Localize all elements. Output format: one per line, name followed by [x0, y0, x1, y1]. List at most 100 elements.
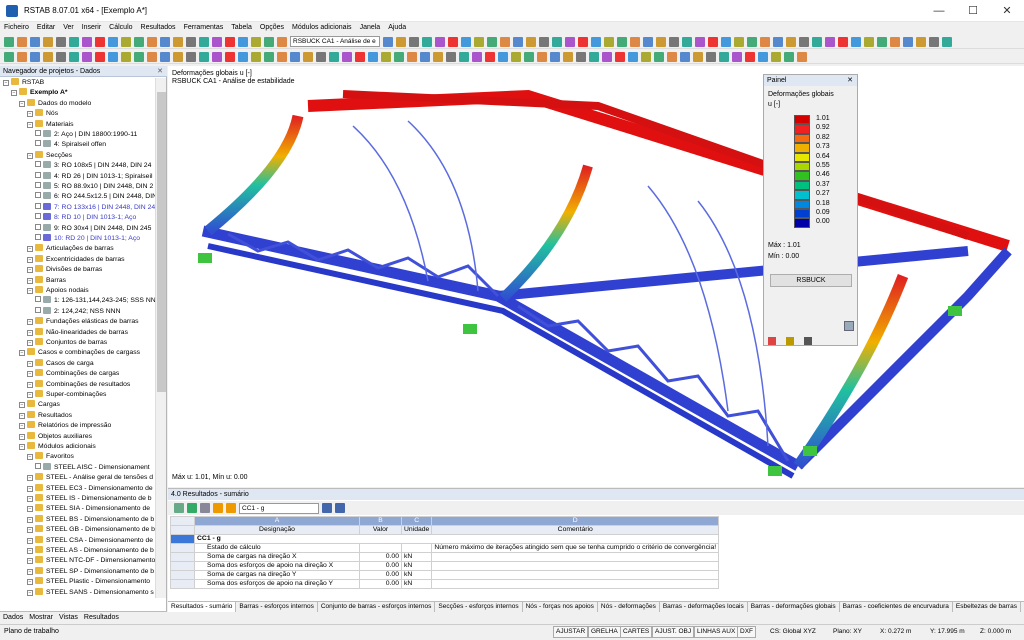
expand-icon[interactable]: − [19, 444, 25, 450]
table-row[interactable]: Soma de cargas na direção X 0.00 kN [170, 552, 720, 562]
cell-v[interactable]: 0.00 [359, 552, 402, 562]
toolbar-icon[interactable] [186, 51, 196, 62]
toolbar-icon[interactable] [459, 51, 469, 62]
maximize-button[interactable]: ☐ [956, 0, 990, 22]
tree-item[interactable]: − Combinações de cargas [27, 369, 119, 379]
prev-icon[interactable] [322, 503, 332, 513]
table-row[interactable]: Soma dos esforços de apoio na direção X0… [170, 561, 720, 571]
table-row[interactable]: Soma dos esforços de apoio na direção Y0… [170, 579, 720, 589]
expand-icon[interactable]: − [27, 454, 33, 461]
toolbar-icon[interactable] [669, 36, 679, 47]
navigator-tab-1[interactable]: Mostrar [26, 612, 56, 623]
expand-icon[interactable] [35, 213, 41, 220]
toolbar-icon[interactable] [630, 36, 640, 47]
status-button-4[interactable]: LINHAS AUX [694, 626, 739, 638]
toolbar-icon[interactable] [602, 51, 612, 62]
tree-item[interactable]: − Exemplo A* [11, 88, 68, 98]
toolbar-icon[interactable] [825, 36, 835, 47]
expand-icon[interactable]: − [19, 350, 25, 357]
results-tab-4[interactable]: Nós - forças nos apoios [523, 602, 598, 612]
toolbar-icon[interactable] [695, 36, 705, 47]
loadcase-toolbar-select[interactable]: RSBUCK CA1 - Análise de e [290, 36, 380, 47]
toolbar-icon[interactable] [758, 51, 768, 62]
toolbar-icon[interactable] [903, 36, 913, 47]
expand-icon[interactable] [35, 296, 41, 303]
toolbar-icon[interactable] [147, 51, 157, 62]
toolbar-icon[interactable] [383, 36, 393, 47]
toolbar-icon[interactable] [784, 51, 794, 62]
cell-u[interactable]: kN [400, 579, 433, 589]
toolbar-icon[interactable] [498, 51, 508, 62]
tree-item[interactable]: − Divisões de barras [27, 265, 102, 275]
tree-item[interactable]: − Apoios nodais [27, 286, 89, 296]
toolbar-icon[interactable] [719, 51, 729, 62]
toolbar-icon[interactable] [342, 51, 352, 62]
expand-icon[interactable] [35, 130, 41, 136]
toolbar-icon[interactable] [396, 36, 406, 47]
toolbar-icon[interactable] [641, 51, 651, 62]
tree-item[interactable]: − Casos e combinações de cargass [19, 348, 140, 358]
rsbuck-button[interactable]: RSBUCK [770, 274, 852, 287]
results-tab-5[interactable]: Nós - deformações [598, 602, 660, 612]
tree-item[interactable]: − Excentricidades de barras [27, 254, 125, 265]
tree-item[interactable]: − STEEL GB - Dimensionamento de b [27, 525, 155, 535]
tree-item[interactable]: − STEEL BS - Dimensionamento de b [27, 514, 154, 525]
tree-item[interactable]: − Objetos auxiliares [19, 431, 92, 442]
toolbar-icon[interactable] [461, 36, 471, 47]
toolbar-icon[interactable] [56, 36, 66, 47]
expand-icon[interactable]: − [27, 288, 33, 294]
toolbar-icon[interactable] [43, 51, 53, 62]
tree-item[interactable]: − Relatórios de impressão [19, 421, 111, 431]
expand-icon[interactable]: − [27, 121, 33, 128]
toolbar-icon[interactable] [589, 51, 599, 62]
filter-icon[interactable] [213, 503, 223, 513]
next-icon[interactable] [335, 503, 345, 513]
tree-item[interactable]: STEEL AISC - Dimensionament [35, 462, 150, 473]
cell-d[interactable]: Soma de cargas na direção Y [194, 570, 360, 580]
toolbar-icon[interactable] [108, 51, 118, 62]
status-button-3[interactable]: AJUST. OBJ [652, 626, 695, 638]
table-row[interactable]: Soma de cargas na direção Y 0.00 kN [170, 570, 720, 580]
cell-d[interactable]: Soma de cargas na direção X [194, 552, 360, 562]
table-row[interactable]: Estado de cálculo Número máximo de iteraç… [170, 543, 720, 553]
results-tab-9[interactable]: Esbeltezas de barras [953, 602, 1021, 612]
cell-c[interactable]: Número máximo de iterações atingido sem … [431, 543, 720, 553]
tree-item[interactable]: − STEEL AS - Dimensionamento de b [27, 546, 154, 556]
toolbar-icon[interactable] [851, 36, 861, 47]
toolbar-icon[interactable] [433, 51, 443, 62]
toolbar-icon[interactable] [17, 51, 27, 62]
tree-item[interactable]: 2: Aço | DIN 18800:1990-11 [35, 130, 137, 140]
cell-d[interactable]: Soma dos esforços de apoio na direção X [194, 561, 360, 571]
tree-item[interactable]: − STEEL IS - Dimensionamento de b [27, 494, 152, 504]
toolbar-icon[interactable] [890, 36, 900, 47]
tree-item[interactable]: − Articulações de barras [27, 244, 114, 254]
expand-icon[interactable]: − [27, 496, 33, 502]
print-icon[interactable] [200, 503, 210, 513]
toolbar-icon[interactable] [942, 36, 952, 47]
toolbar-icon[interactable] [407, 51, 417, 62]
tree-item[interactable]: 3: RO 108x5 | DIN 2448, DIN 24 [35, 161, 151, 171]
toolbar-icon[interactable] [565, 36, 575, 47]
expand-icon[interactable]: − [27, 485, 33, 492]
toolbar-icon[interactable] [303, 51, 313, 62]
excel-icon[interactable] [187, 503, 197, 513]
toolbar-icon[interactable] [134, 36, 144, 47]
toolbar-icon[interactable] [524, 51, 534, 62]
toolbar-icon[interactable] [799, 36, 809, 47]
toolbar-icon[interactable] [4, 51, 14, 62]
toolbar-icon[interactable] [708, 36, 718, 47]
expand-icon[interactable]: − [27, 392, 33, 398]
scroll-thumb[interactable] [157, 92, 166, 392]
toolbar-icon[interactable] [472, 51, 482, 62]
toolbar-icon[interactable] [121, 36, 131, 47]
toolbar-icon[interactable] [277, 51, 287, 62]
toolbar-icon[interactable] [134, 51, 144, 62]
navigator-tab-2[interactable]: Vistas [56, 612, 81, 623]
menu-item-2[interactable]: Ver [59, 22, 78, 34]
toolbar-icon[interactable] [537, 51, 547, 62]
toolbar-icon[interactable] [591, 36, 601, 47]
structure-render[interactable] [168, 66, 1024, 487]
expand-icon[interactable] [35, 223, 41, 230]
navigator-tab-0[interactable]: Dados [0, 612, 26, 623]
toolbar-icon[interactable] [511, 51, 521, 62]
